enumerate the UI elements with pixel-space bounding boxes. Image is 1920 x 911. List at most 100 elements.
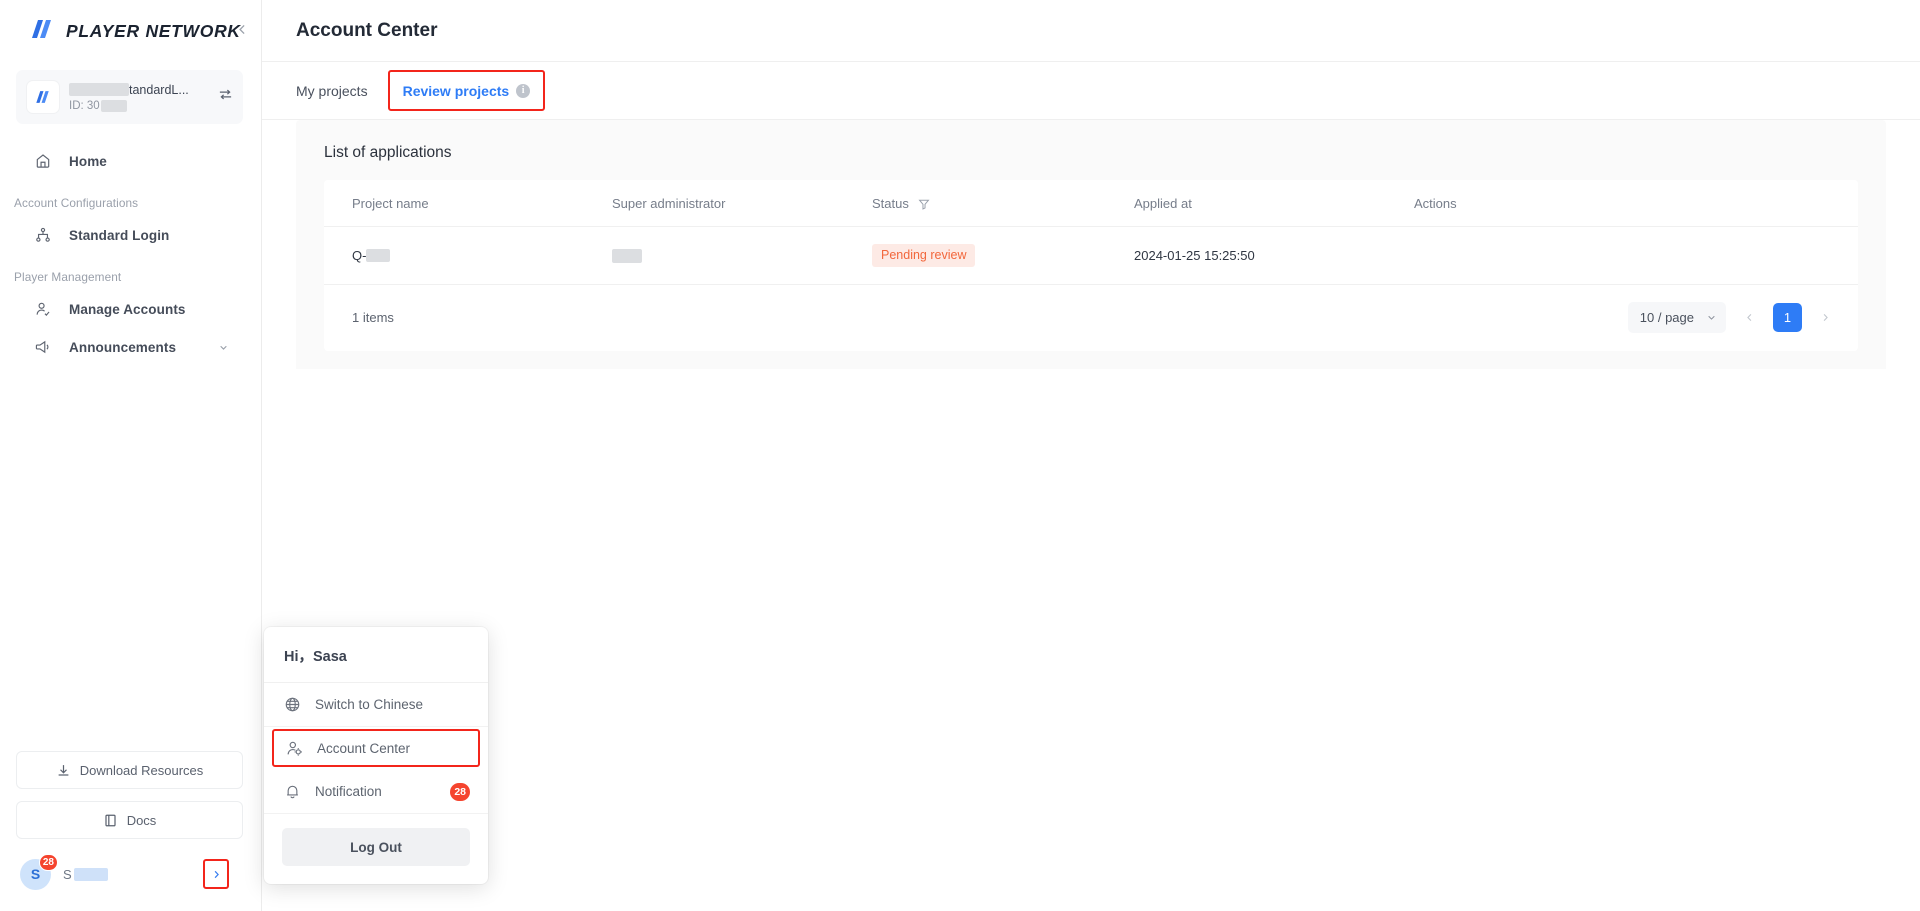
column-label: Actions xyxy=(1414,196,1457,211)
table-head: Project name Super administrator Status xyxy=(324,180,1858,227)
bell-icon xyxy=(284,783,301,800)
info-circle-icon[interactable]: i xyxy=(516,84,530,98)
account-id: ID: 30 xyxy=(69,100,208,112)
docs-label: Docs xyxy=(127,813,157,828)
column-label: Super administrator xyxy=(612,196,725,211)
sidebar-item-label: Home xyxy=(69,154,107,169)
sidebar-group-label: Account Configurations xyxy=(0,180,261,216)
sidebar-item-home[interactable]: Home xyxy=(0,142,261,180)
tab-review-projects[interactable]: Review projects i xyxy=(388,70,546,111)
swap-horizontal-icon[interactable] xyxy=(218,87,233,107)
menu-item-switch-language[interactable]: Switch to Chinese xyxy=(264,683,488,727)
table-footer: 1 items 10 / page xyxy=(324,285,1858,351)
user-gear-icon xyxy=(286,740,303,757)
tab-bar: My projects Review projects i xyxy=(262,62,1920,120)
main-content: Account Center My projects Review projec… xyxy=(262,0,1920,911)
project-name-text: Q- xyxy=(352,248,366,263)
redacted-text xyxy=(612,249,642,263)
sidebar-item-manage-accounts[interactable]: Manage Accounts xyxy=(0,290,261,328)
pagination: 10 / page 1 xyxy=(1628,302,1840,333)
sidebar-collapse-icon[interactable] xyxy=(231,18,253,40)
account-switcher[interactable]: tandardL... ID: 30 xyxy=(16,70,243,124)
applications-panel: List of applications Project name Super … xyxy=(296,120,1886,369)
page-header: Account Center xyxy=(262,0,1920,62)
chevron-down-icon[interactable] xyxy=(218,342,229,353)
redacted-text xyxy=(101,100,127,112)
sidebar-nav: Home Account Configurations Standard Log… xyxy=(0,142,261,366)
user-check-icon xyxy=(34,301,51,318)
sidebar-item-announcements[interactable]: Announcements xyxy=(0,328,261,366)
column-header-actions: Actions xyxy=(1414,180,1858,227)
cell-status: Pending review xyxy=(872,227,1134,285)
tab-my-projects[interactable]: My projects xyxy=(296,62,390,120)
player-network-logo-icon xyxy=(30,19,56,44)
sidebar: PLAYER NETWORK tandardL... ID: 30 xyxy=(0,0,262,911)
notification-badge: 28 xyxy=(450,783,470,801)
pagination-prev-button[interactable] xyxy=(1735,303,1764,332)
logout-button[interactable]: Log Out xyxy=(282,828,470,866)
account-logo-icon xyxy=(27,81,59,113)
sidebar-item-label: Standard Login xyxy=(69,228,169,243)
docs-button[interactable]: Docs xyxy=(16,801,243,839)
user-menu-expand-button[interactable] xyxy=(203,859,229,889)
tab-label: My projects xyxy=(296,83,368,99)
cell-super-administrator xyxy=(612,227,872,285)
cell-project-name: Q- xyxy=(324,227,612,285)
sidebar-item-label: Announcements xyxy=(69,340,176,355)
account-info: tandardL... ID: 30 xyxy=(69,83,208,112)
globe-icon xyxy=(284,696,301,713)
column-label: Project name xyxy=(352,196,429,211)
table-row[interactable]: Q- Pending review 2024-01-25 15:25:50 xyxy=(324,227,1858,285)
account-name: tandardL... xyxy=(69,83,208,97)
column-header-applied-at: Applied at xyxy=(1134,180,1414,227)
table-body: Q- Pending review 2024-01-25 15:25:50 xyxy=(324,227,1858,285)
download-icon xyxy=(56,763,71,778)
sidebar-user-name-text: S xyxy=(63,867,72,882)
brand-name: PLAYER NETWORK xyxy=(66,21,241,42)
menu-item-account-center[interactable]: Account Center xyxy=(272,729,480,767)
menu-item-label: Account Center xyxy=(317,741,410,756)
page-title: Account Center xyxy=(296,20,437,42)
tab-label: Review projects xyxy=(403,83,510,99)
filter-icon[interactable] xyxy=(918,198,930,210)
panel-bottom-padding xyxy=(296,351,1886,369)
download-resources-button[interactable]: Download Resources xyxy=(16,751,243,789)
avatar[interactable]: S 28 xyxy=(20,859,51,890)
menu-item-notification[interactable]: Notification 28 xyxy=(264,770,488,814)
megaphone-icon xyxy=(34,339,51,356)
applications-table-card: Project name Super administrator Status xyxy=(324,180,1858,285)
content-area: List of applications Project name Super … xyxy=(262,120,1920,911)
page-size-label: 10 / page xyxy=(1640,310,1694,325)
brand: PLAYER NETWORK xyxy=(0,0,261,62)
popover-footer: Log Out xyxy=(264,814,488,884)
status-badge: Pending review xyxy=(872,244,975,267)
menu-item-label: Notification xyxy=(315,784,382,799)
sitemap-icon xyxy=(34,227,51,244)
cell-actions xyxy=(1414,227,1858,285)
column-header-status: Status xyxy=(872,180,1134,227)
column-label: Status xyxy=(872,196,909,211)
sidebar-group-label: Player Management xyxy=(0,254,261,290)
popover-greeting: Hi，Sasa xyxy=(264,627,488,683)
sidebar-item-standard-login[interactable]: Standard Login xyxy=(0,216,261,254)
redacted-text xyxy=(74,868,108,881)
chevron-down-icon xyxy=(1706,312,1717,323)
column-label: Applied at xyxy=(1134,196,1192,211)
account-name-text: tandardL... xyxy=(129,83,189,97)
home-icon xyxy=(34,153,51,170)
redacted-text xyxy=(366,249,390,262)
account-id-text: ID: 30 xyxy=(69,100,100,112)
items-count: 1 items xyxy=(352,310,394,325)
column-header-super-administrator: Super administrator xyxy=(612,180,872,227)
cell-applied-at: 2024-01-25 15:25:50 xyxy=(1134,227,1414,285)
pagination-next-button[interactable] xyxy=(1811,303,1840,332)
applications-table: Project name Super administrator Status xyxy=(324,180,1858,285)
sidebar-item-label: Manage Accounts xyxy=(69,302,186,317)
column-header-project-name: Project name xyxy=(324,180,612,227)
sidebar-user-name: S xyxy=(63,867,108,882)
redacted-text xyxy=(69,83,129,96)
page-size-select[interactable]: 10 / page xyxy=(1628,302,1726,333)
table-header-row: Project name Super administrator Status xyxy=(324,180,1858,227)
pagination-page-1[interactable]: 1 xyxy=(1773,303,1802,332)
book-icon xyxy=(103,813,118,828)
